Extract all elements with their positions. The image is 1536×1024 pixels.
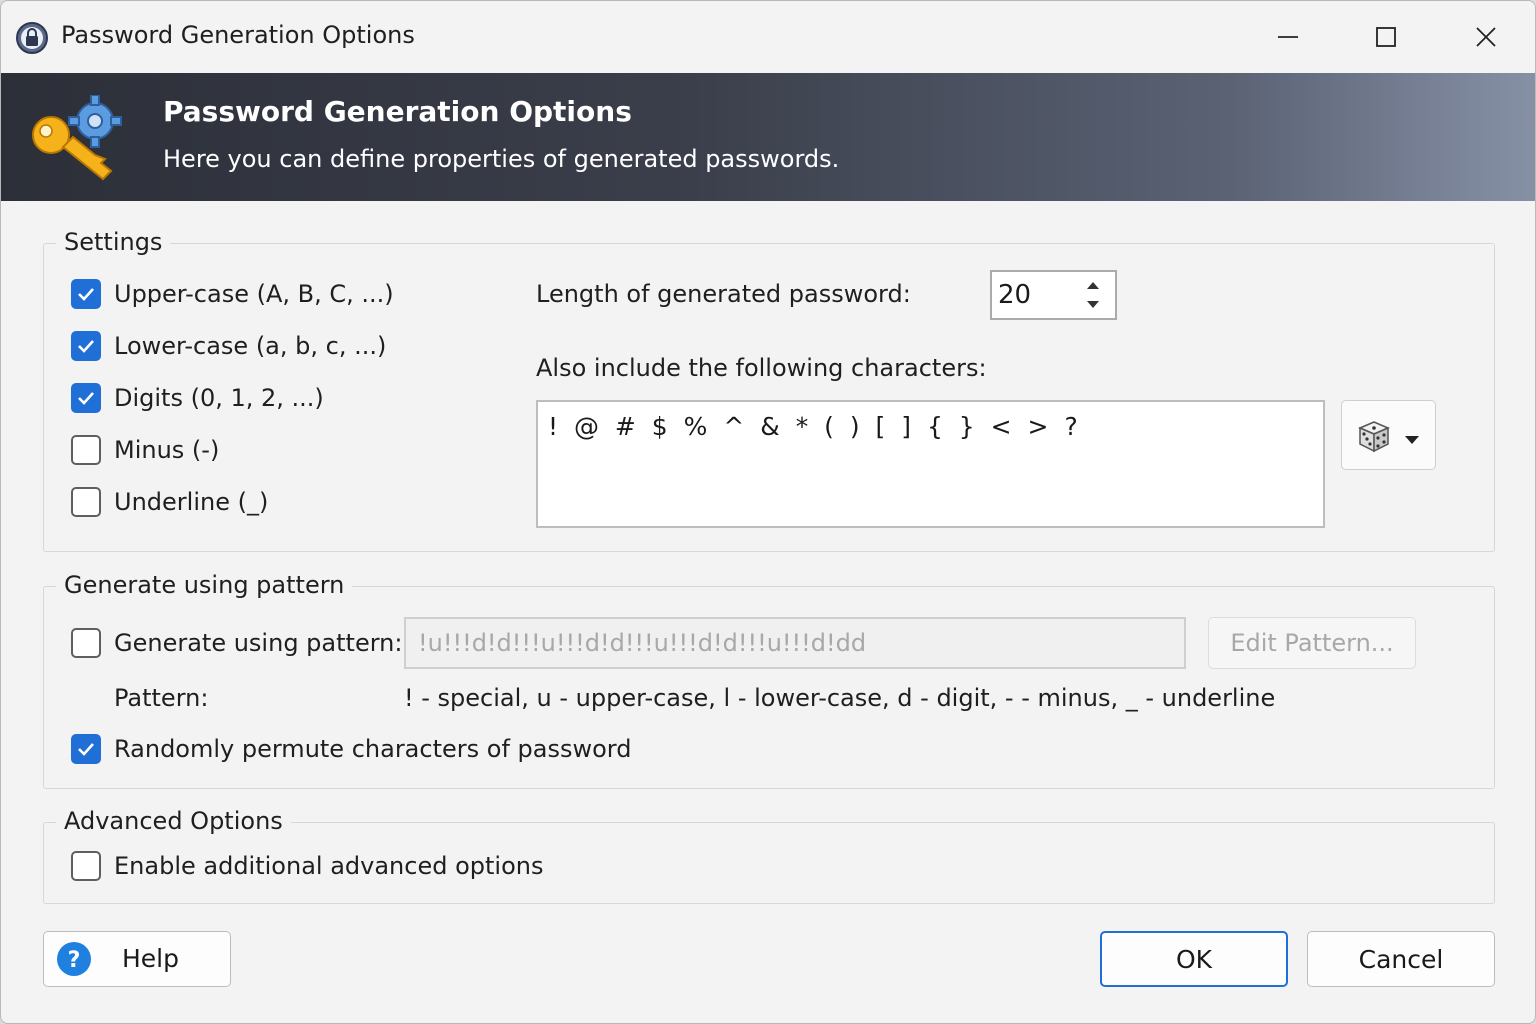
pattern-value: !u!!!d!d!!!u!!!d!d!!!u!!!d!d!!!u!!!d!dd bbox=[418, 629, 867, 657]
generate-pattern-label: Generate using pattern: bbox=[114, 629, 403, 657]
close-button[interactable] bbox=[1456, 15, 1516, 59]
advanced-legend: Advanced Options bbox=[56, 807, 291, 835]
checkbox-box[interactable] bbox=[71, 435, 101, 465]
minimize-button[interactable] bbox=[1258, 15, 1318, 59]
maximize-icon bbox=[1376, 27, 1396, 47]
chevron-down-icon bbox=[1404, 430, 1420, 449]
spinner-buttons bbox=[1077, 276, 1109, 314]
checkbox-box[interactable] bbox=[71, 279, 101, 309]
checkmark-icon bbox=[78, 340, 94, 353]
checkbox-box[interactable] bbox=[71, 851, 101, 881]
help-button[interactable]: ? Help bbox=[43, 931, 231, 987]
lock-icon bbox=[15, 21, 49, 55]
spinner-down-button[interactable] bbox=[1077, 295, 1109, 314]
checkmark-icon bbox=[78, 288, 94, 301]
uppercase-checkbox[interactable]: Upper-case (A, B, C, ...) bbox=[71, 277, 394, 311]
pattern-label: Pattern: bbox=[114, 684, 209, 712]
checkmark-icon bbox=[78, 392, 94, 405]
window-title: Password Generation Options bbox=[61, 21, 415, 49]
checkbox-box[interactable] bbox=[71, 628, 101, 658]
svg-text:?: ? bbox=[68, 948, 81, 973]
underline-label: Underline (_) bbox=[114, 488, 269, 516]
underline-checkbox[interactable]: Underline (_) bbox=[71, 485, 268, 519]
character-sets-dropdown-button[interactable] bbox=[1341, 400, 1436, 470]
minimize-icon bbox=[1278, 36, 1298, 38]
advanced-options-checkbox[interactable]: Enable additional advanced options bbox=[71, 849, 543, 883]
edit-pattern-button[interactable]: Edit Pattern... bbox=[1208, 617, 1416, 669]
minus-checkbox[interactable]: Minus (-) bbox=[71, 433, 219, 467]
pattern-legend: Generate using pattern bbox=[56, 571, 353, 599]
pattern-input[interactable]: !u!!!d!d!!!u!!!d!d!!!u!!!d!d!!!u!!!d!dd bbox=[404, 617, 1186, 669]
maximize-button[interactable] bbox=[1356, 15, 1416, 59]
dice-icon bbox=[1356, 418, 1392, 458]
digits-checkbox[interactable]: Digits (0, 1, 2, ...) bbox=[71, 381, 324, 415]
pattern-help-text: ! - special, u - upper-case, l - lower-c… bbox=[404, 684, 1276, 712]
length-label: Length of generated password: bbox=[536, 280, 911, 308]
permute-label: Randomly permute characters of password bbox=[114, 735, 632, 763]
checkmark-icon bbox=[78, 743, 94, 756]
also-include-input[interactable]: ! @ # $ % ^ & * ( ) [ ] { } < > ? bbox=[536, 400, 1325, 528]
banner-title: Password Generation Options bbox=[163, 95, 632, 128]
ok-button[interactable]: OK bbox=[1100, 931, 1288, 987]
arrow-up-icon bbox=[1087, 282, 1099, 289]
digits-label: Digits (0, 1, 2, ...) bbox=[114, 384, 324, 412]
header-banner: Password Generation Options Here you can… bbox=[1, 73, 1535, 201]
lowercase-label: Lower-case (a, b, c, ...) bbox=[114, 332, 387, 360]
also-include-value: ! @ # $ % ^ & * ( ) [ ] { } < > ? bbox=[548, 412, 1080, 441]
banner-subtitle: Here you can define properties of genera… bbox=[163, 145, 840, 173]
help-icon: ? bbox=[56, 941, 92, 977]
checkbox-box[interactable] bbox=[71, 383, 101, 413]
spinner-up-button[interactable] bbox=[1077, 276, 1109, 295]
length-spinner[interactable]: 20 bbox=[990, 270, 1117, 320]
cancel-button[interactable]: Cancel bbox=[1307, 931, 1495, 987]
key-gear-icon bbox=[29, 94, 129, 185]
close-icon bbox=[1476, 27, 1496, 47]
title-bar: Password Generation Options bbox=[1, 1, 1535, 73]
uppercase-label: Upper-case (A, B, C, ...) bbox=[114, 280, 394, 308]
help-label: Help bbox=[122, 944, 179, 973]
advanced-options-label: Enable additional advanced options bbox=[114, 852, 544, 880]
checkbox-box[interactable] bbox=[71, 487, 101, 517]
checkbox-box[interactable] bbox=[71, 331, 101, 361]
also-include-label: Also include the following characters: bbox=[536, 354, 987, 382]
permute-checkbox[interactable]: Randomly permute characters of password bbox=[71, 732, 631, 766]
settings-legend: Settings bbox=[56, 228, 171, 256]
generate-pattern-checkbox[interactable]: Generate using pattern: bbox=[71, 626, 402, 660]
arrow-down-icon bbox=[1087, 301, 1099, 308]
length-value[interactable]: 20 bbox=[998, 280, 1031, 310]
checkbox-box[interactable] bbox=[71, 734, 101, 764]
lowercase-checkbox[interactable]: Lower-case (a, b, c, ...) bbox=[71, 329, 386, 363]
password-generation-dialog: Password Generation Options Password Gen… bbox=[0, 0, 1536, 1024]
minus-label: Minus (-) bbox=[114, 436, 220, 464]
